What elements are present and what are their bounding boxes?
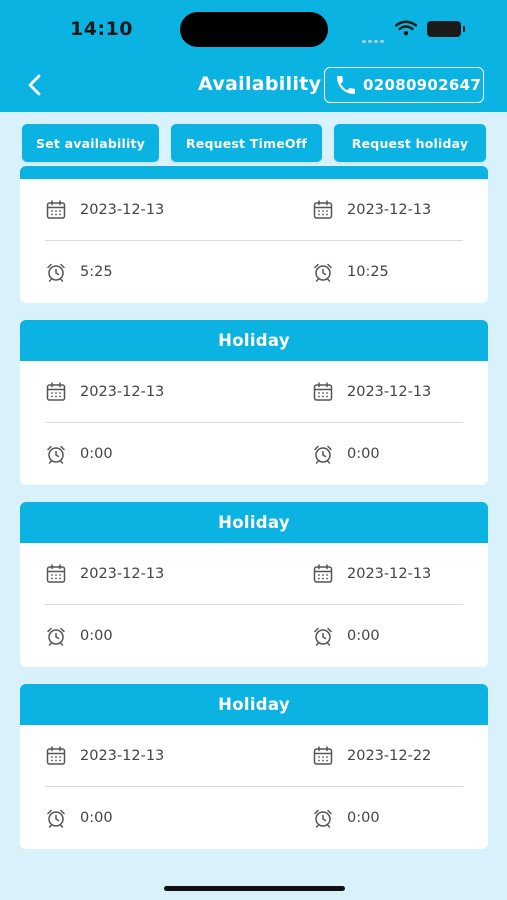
end-time: 0:00 <box>347 810 380 826</box>
end-date: 2023-12-13 <box>347 201 432 218</box>
request-timeoff-button[interactable]: Request TimeOff <box>171 124 322 162</box>
card-time-row: 5:25 10:25 <box>45 241 463 303</box>
chevron-left-icon <box>28 74 41 96</box>
alarm-clock-icon <box>45 443 67 465</box>
end-date: 2023-12-13 <box>347 383 432 400</box>
dynamic-island <box>180 12 328 47</box>
holiday-card[interactable]: Holiday 2023-12-13 2023-12-13 0:00 0:00 <box>20 320 488 485</box>
card-header: Holiday <box>20 502 488 543</box>
availability-card[interactable]: 2023-12-13 2023-12-13 5:25 10:25 <box>20 166 488 303</box>
card-date-row: 2023-12-13 2023-12-22 <box>45 725 463 787</box>
holiday-card[interactable]: Holiday 2023-12-13 2023-12-13 0:00 0:00 <box>20 502 488 667</box>
alarm-clock-icon <box>312 625 334 647</box>
page-title: Availability <box>198 73 322 95</box>
card-date-row: 2023-12-13 2023-12-13 <box>45 361 463 423</box>
phone-icon <box>337 76 355 94</box>
end-date: 2023-12-22 <box>347 747 432 764</box>
start-time: 0:00 <box>80 810 113 826</box>
start-date: 2023-12-13 <box>80 747 165 764</box>
alarm-clock-icon <box>45 261 67 283</box>
card-time-row: 0:00 0:00 <box>45 787 463 849</box>
card-time-row: 0:00 0:00 <box>45 605 463 667</box>
status-bar: 14:10 <box>0 0 507 58</box>
calendar-icon <box>45 381 67 403</box>
back-button[interactable] <box>20 68 50 102</box>
card-time-row: 0:00 0:00 <box>45 423 463 485</box>
phone-number: 02080902647 <box>363 76 482 94</box>
calendar-icon <box>312 745 334 767</box>
alarm-clock-icon <box>312 807 334 829</box>
calendar-icon <box>45 199 67 221</box>
start-time: 0:00 <box>80 446 113 462</box>
availability-list[interactable]: 2023-12-13 2023-12-13 5:25 10:25 Holiday… <box>0 166 507 866</box>
calendar-icon <box>312 563 334 585</box>
end-time: 0:00 <box>347 446 380 462</box>
calendar-icon <box>45 745 67 767</box>
status-time: 14:10 <box>70 18 133 40</box>
alarm-clock-icon <box>45 625 67 647</box>
calendar-icon <box>312 199 334 221</box>
start-date: 2023-12-13 <box>80 383 165 400</box>
card-date-row: 2023-12-13 2023-12-13 <box>45 179 463 241</box>
set-availability-button[interactable]: Set availability <box>22 124 159 162</box>
start-time: 5:25 <box>80 264 113 280</box>
end-time: 0:00 <box>347 628 380 644</box>
alarm-clock-icon <box>312 443 334 465</box>
calendar-icon <box>45 563 67 585</box>
card-header <box>20 166 488 179</box>
cellular-signal-icon <box>362 28 386 47</box>
app-header: 14:10 Availability 02080902647 <box>0 0 507 112</box>
start-date: 2023-12-13 <box>80 201 165 218</box>
holiday-card[interactable]: Holiday 2023-12-13 2023-12-22 0:00 0:00 <box>20 684 488 849</box>
alarm-clock-icon <box>45 807 67 829</box>
home-indicator[interactable] <box>164 886 345 891</box>
call-phone-button[interactable]: 02080902647 <box>324 67 484 103</box>
alarm-clock-icon <box>312 261 334 283</box>
card-header: Holiday <box>20 684 488 725</box>
end-date: 2023-12-13 <box>347 565 432 582</box>
battery-icon <box>427 21 465 37</box>
wifi-icon <box>394 20 418 40</box>
card-header: Holiday <box>20 320 488 361</box>
start-date: 2023-12-13 <box>80 565 165 582</box>
calendar-icon <box>312 381 334 403</box>
end-time: 10:25 <box>347 264 389 280</box>
start-time: 0:00 <box>80 628 113 644</box>
request-holiday-button[interactable]: Request holiday <box>334 124 486 162</box>
card-date-row: 2023-12-13 2023-12-13 <box>45 543 463 605</box>
